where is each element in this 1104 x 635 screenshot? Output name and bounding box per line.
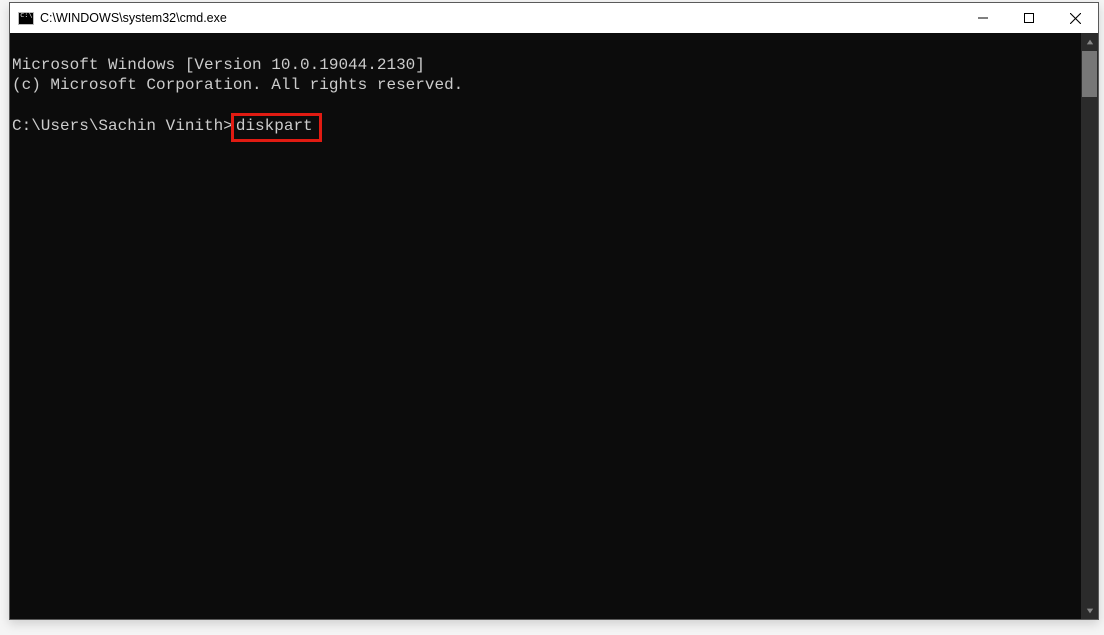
close-icon (1070, 13, 1081, 24)
prompt-line: C:\Users\Sachin Vinith>diskpart (12, 115, 1079, 142)
cmd-window: C:\WINDOWS\system32\cmd.exe Microsoft Wi… (9, 2, 1099, 620)
blank-line (12, 95, 1079, 115)
window-controls (960, 3, 1098, 33)
scroll-up-button[interactable] (1081, 33, 1098, 50)
minimize-button[interactable] (960, 3, 1006, 33)
chevron-up-icon (1086, 38, 1094, 46)
cmd-app-icon (18, 10, 34, 26)
maximize-button[interactable] (1006, 3, 1052, 33)
banner-line-2: (c) Microsoft Corporation. All rights re… (12, 75, 1079, 95)
vertical-scrollbar[interactable] (1081, 33, 1098, 619)
close-button[interactable] (1052, 3, 1098, 33)
banner-line-1: Microsoft Windows [Version 10.0.19044.21… (12, 55, 1079, 75)
prompt-text: C:\Users\Sachin Vinith> (12, 117, 233, 135)
maximize-icon (1024, 13, 1034, 23)
window-title: C:\WINDOWS\system32\cmd.exe (40, 11, 960, 25)
highlighted-command: diskpart (231, 113, 322, 142)
console-output[interactable]: Microsoft Windows [Version 10.0.19044.21… (10, 33, 1081, 619)
titlebar[interactable]: C:\WINDOWS\system32\cmd.exe (10, 3, 1098, 33)
scroll-down-button[interactable] (1081, 602, 1098, 619)
chevron-down-icon (1086, 607, 1094, 615)
client-area: Microsoft Windows [Version 10.0.19044.21… (10, 33, 1098, 619)
scroll-thumb[interactable] (1082, 51, 1097, 97)
minimize-icon (978, 13, 988, 23)
